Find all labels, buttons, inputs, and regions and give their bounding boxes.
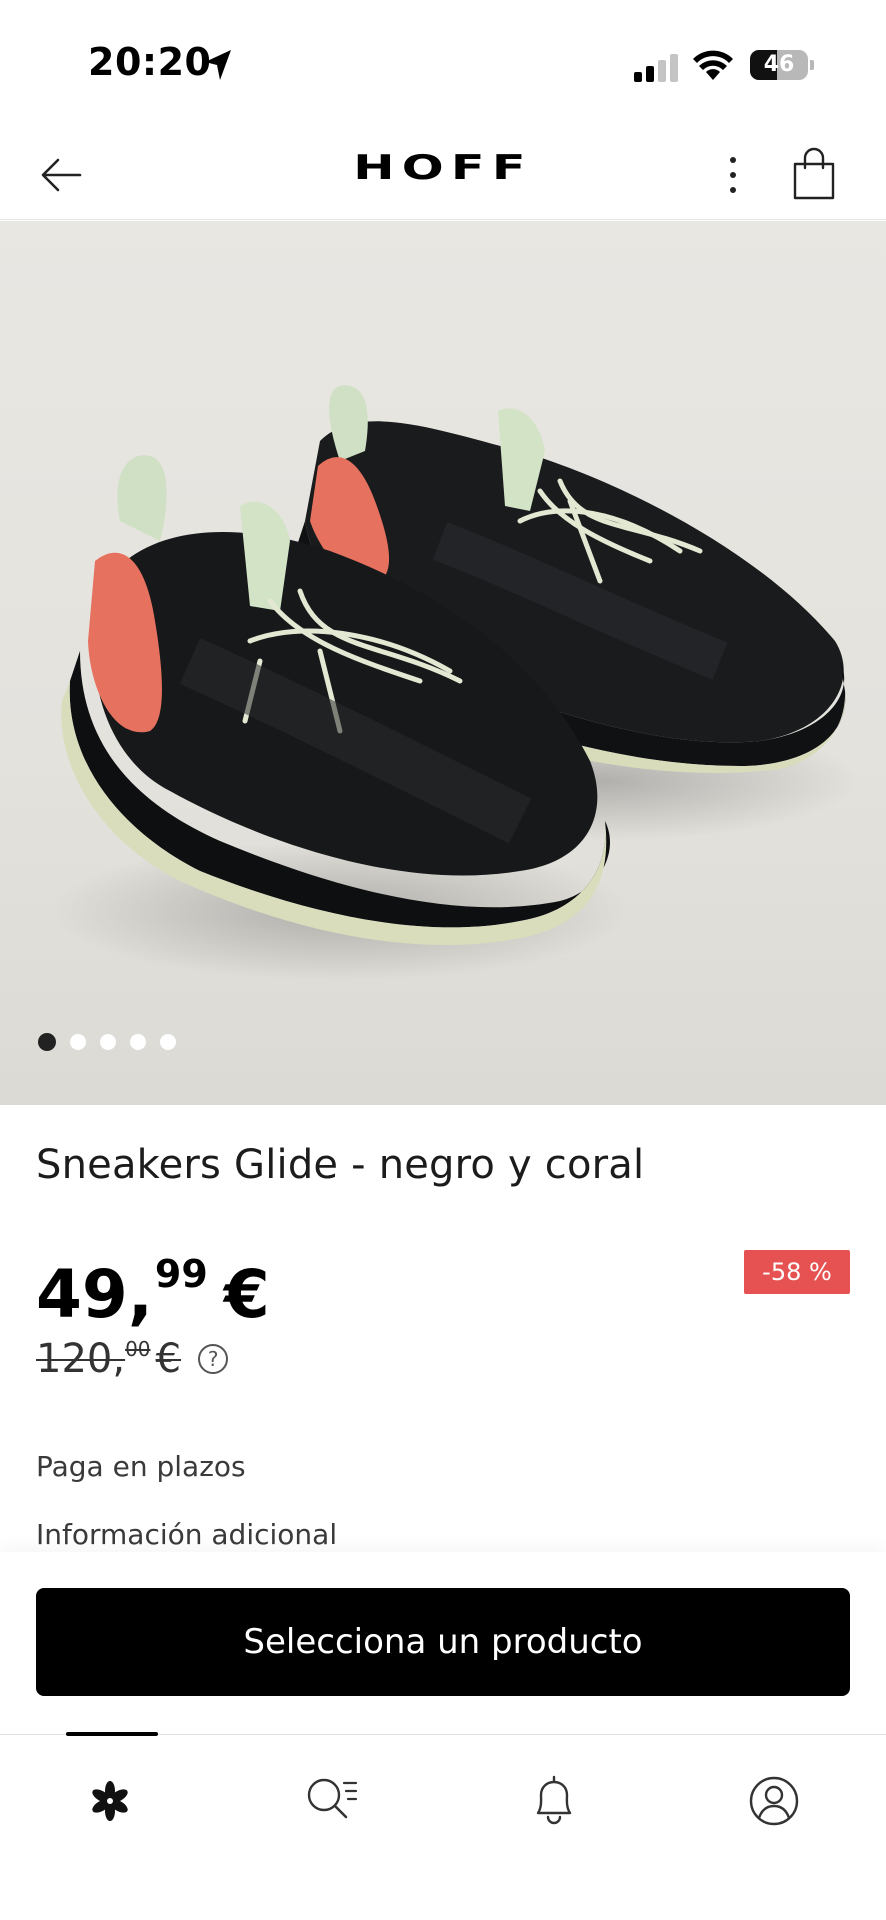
gallery-dot-active[interactable] (38, 1033, 56, 1051)
account-icon[interactable] (744, 1771, 804, 1831)
cellular-signal-icon (634, 54, 678, 82)
status-time: 20:20 (88, 40, 212, 84)
cta-container: Selecciona un producto (0, 1552, 886, 1734)
price-integer: 49, (36, 1256, 153, 1333)
original-price: 120,00 € ? (36, 1336, 229, 1382)
location-arrow-icon (205, 50, 231, 80)
gallery-dot[interactable] (160, 1034, 176, 1050)
brand-logo[interactable]: HOFF (0, 148, 886, 188)
product-title: Sneakers Glide - negro y coral (36, 1142, 645, 1188)
old-price-integer: 120, (36, 1336, 126, 1382)
current-price: 49,99 € (36, 1252, 270, 1333)
battery-cap (810, 60, 814, 70)
active-tab-indicator (66, 1732, 158, 1736)
bottom-navigation (0, 1732, 886, 1920)
app-header: HOFF (0, 128, 886, 220)
shopping-bag-icon[interactable] (790, 146, 838, 202)
price-help-icon[interactable]: ? (198, 1344, 229, 1374)
select-product-button[interactable]: Selecciona un producto (36, 1588, 850, 1696)
bell-icon[interactable] (524, 1771, 584, 1831)
gallery-dot[interactable] (70, 1034, 86, 1050)
old-price-currency: € (155, 1336, 182, 1382)
discount-badge: -58 % (744, 1250, 850, 1294)
gallery-dot[interactable] (130, 1034, 146, 1050)
pay-in-installments-link[interactable]: Paga en plazos (36, 1450, 246, 1483)
battery-indicator: 46 (750, 50, 808, 80)
more-vertical-icon[interactable] (718, 152, 748, 198)
gallery-pagination (38, 1033, 176, 1051)
product-image-gallery[interactable] (0, 221, 886, 1105)
product-image (50, 385, 860, 981)
gallery-dot[interactable] (100, 1034, 116, 1050)
price-decimals: 99 (154, 1252, 208, 1296)
status-bar: 20:20 46 (0, 0, 886, 128)
price-currency: € (223, 1256, 270, 1333)
wifi-icon (693, 50, 733, 80)
old-price-decimals: 00 (125, 1337, 151, 1361)
home-flower-icon[interactable] (80, 1771, 140, 1831)
additional-info-link[interactable]: Información adicional (36, 1518, 337, 1551)
search-list-icon[interactable] (302, 1771, 362, 1831)
battery-level-text: 46 (763, 52, 795, 77)
